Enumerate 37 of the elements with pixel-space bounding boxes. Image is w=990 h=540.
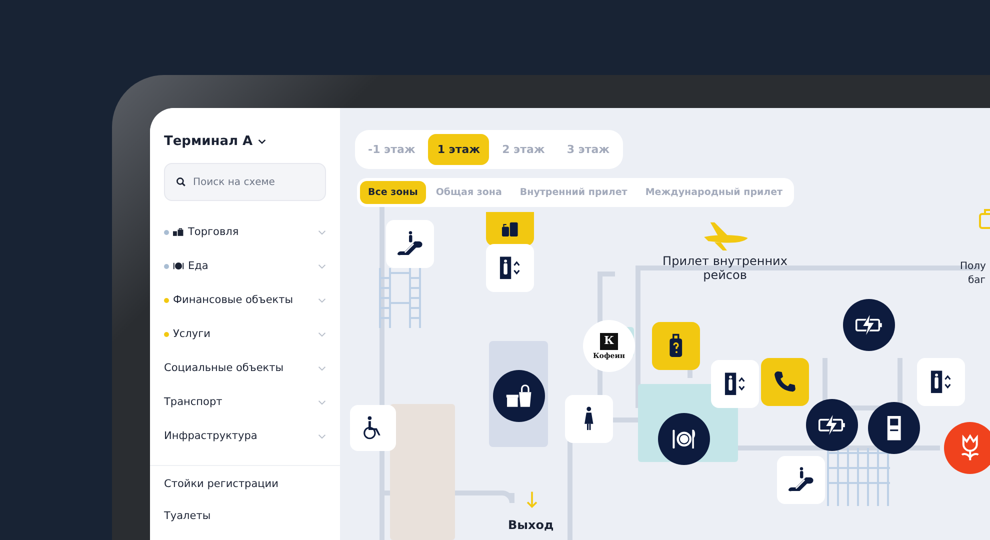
elevator-marker[interactable] [711,360,759,408]
arrow-down-icon [526,489,538,511]
charging-marker[interactable] [843,299,895,351]
category-item[interactable]: Инфраструктура [164,430,314,442]
search-icon [176,177,186,187]
category-item[interactable]: Еда [188,260,314,272]
zone-label: Полу [960,261,986,272]
escalator-marker[interactable] [777,456,825,504]
category-item[interactable]: Социальные объекты [164,362,314,374]
zone-tab[interactable]: Все зоны [360,181,426,204]
category-item[interactable]: Услуги [173,328,314,340]
chevron-down-icon[interactable] [258,139,266,144]
sidebar-link[interactable]: Туалеты [164,510,326,522]
shopping-bag-icon [173,228,184,236]
charging-marker[interactable] [806,399,858,451]
luggage-help-marker[interactable] [652,322,700,370]
search-field[interactable]: Поиск на схеме [164,163,326,201]
category-item[interactable]: Торговля [188,226,314,238]
phone-marker[interactable] [761,358,809,406]
elevator-marker[interactable] [486,244,534,292]
plate-icon [173,262,184,270]
atm-marker[interactable] [868,402,920,454]
sidebar-link[interactable]: Стойки регистрации [164,478,326,490]
woman-marker[interactable] [565,395,613,443]
zone-label: баг [968,275,986,286]
tulip-marker[interactable] [944,422,990,474]
category-item[interactable]: Транспорт [164,396,314,408]
zone-label: Прилет внутренних рейсов [662,254,788,282]
category-item[interactable]: Финансовые объекты [173,294,314,306]
elevator-marker[interactable] [917,358,965,406]
cafe-logo-letter: К [600,332,618,350]
wheelchair-marker[interactable] [350,405,396,451]
escalator-marker[interactable] [386,220,434,268]
terminal-title[interactable]: Терминал А [164,134,253,149]
exit-label: Выход [508,518,554,532]
floor-tab[interactable]: 1 этаж [428,134,490,165]
luggage-marker[interactable] [486,212,534,246]
